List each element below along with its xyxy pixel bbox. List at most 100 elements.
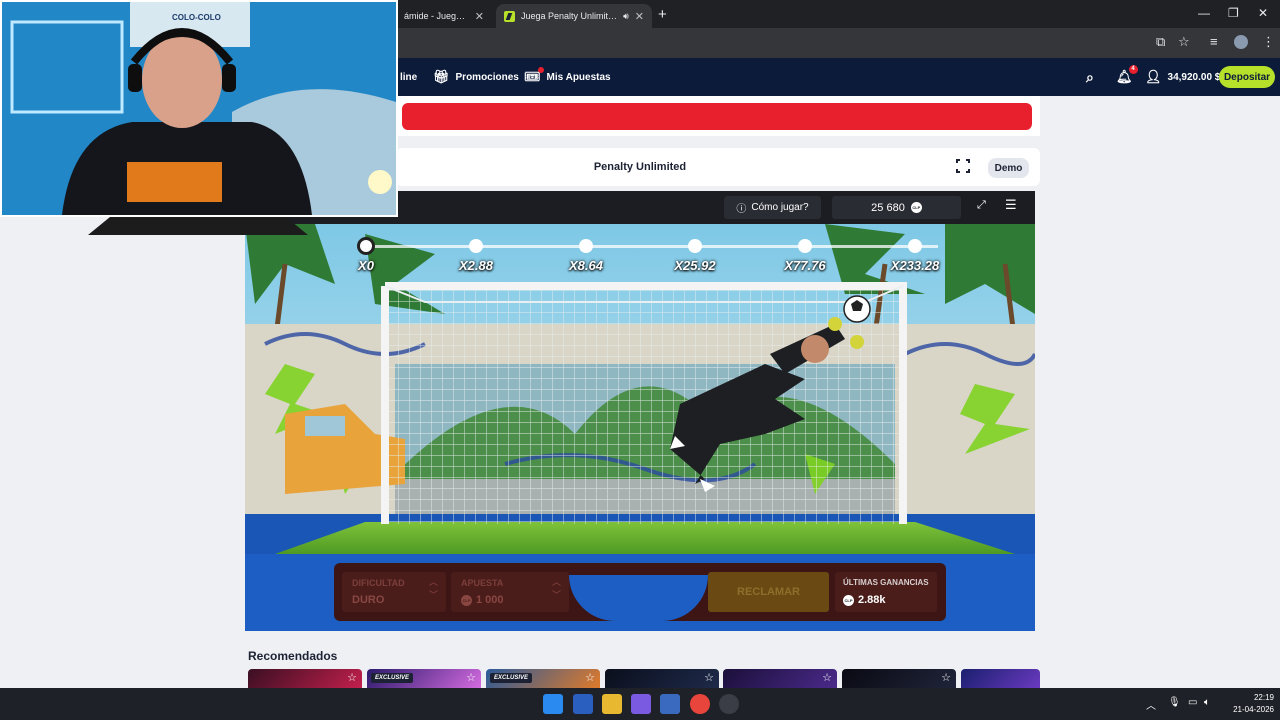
media-controls-icon[interactable]: ≡ [1210, 34, 1218, 49]
tab-close-icon[interactable]: ✕ [635, 10, 644, 23]
tab-close-icon[interactable]: ✕ [475, 10, 484, 23]
gift-icon: 🎁︎ [433, 69, 450, 84]
last-winnings-value: 2.88k [858, 594, 886, 606]
bet-amount-input[interactable]: APUESTA CLP 1 000 ︿ ﹀ [451, 572, 569, 612]
game-card[interactable]: EXCLUSIVE ☆ [486, 669, 600, 688]
install-app-icon[interactable]: ⧉ [1156, 34, 1165, 50]
expand-icon[interactable]: ⤢ [977, 199, 986, 212]
chevron-updown-icon: ︿ ﹀ [551, 577, 561, 600]
minimize-icon[interactable]: — [1198, 6, 1210, 20]
tray-chevron-icon[interactable]: ︿ [1146, 697, 1156, 712]
new-tab-button[interactable]: + [658, 6, 667, 23]
how-to-play-button[interactable]: ⓘ Cómo jugar? [724, 196, 821, 219]
hamburger-menu-icon[interactable]: ☰ [1005, 197, 1017, 213]
clock-time: 22:19 [1253, 693, 1274, 702]
store-app-icon[interactable] [660, 694, 680, 714]
multiplier-label: X233.28 [890, 258, 940, 273]
multiplier-label: X25.92 [674, 258, 716, 273]
notifications-bell-icon[interactable]: 🔔︎ 4 [1116, 58, 1138, 96]
info-icon: ⓘ [736, 204, 747, 215]
svg-text:COLO-COLO: COLO-COLO [172, 13, 221, 22]
progress-node [579, 239, 593, 253]
tab-title: Juega Penalty Unlimited de [521, 11, 619, 21]
bookmark-star-icon[interactable]: ☆ [1178, 34, 1190, 50]
nav-item-mis-apuestas[interactable]: 🎟︎ Mis Apuestas [524, 58, 611, 96]
game-balance-value: 25 680 [871, 201, 905, 214]
account-balance[interactable]: 👤︎ 34,920.00 $ [1145, 58, 1220, 96]
game-card[interactable]: EXCLUSIVE ☆ [367, 669, 481, 688]
streamer-webcam-image: COLO-COLO [2, 2, 396, 215]
progress-node [469, 239, 483, 253]
nav-item-promociones[interactable]: 🎁︎ Promociones [433, 58, 519, 96]
webcam-shadow [88, 217, 308, 235]
clp-coin-icon: CLP [843, 594, 854, 606]
claim-button[interactable]: RECLAMAR [708, 572, 829, 612]
favorite-star-icon[interactable]: ☆ [466, 671, 476, 684]
favorite-star-icon[interactable]: ☆ [822, 671, 832, 684]
nav-item-online[interactable]: line [400, 58, 417, 96]
windows-start-icon[interactable] [543, 694, 563, 714]
ticket-icon: 🎟︎ [524, 67, 544, 85]
progress-track [366, 245, 938, 248]
file-explorer-icon[interactable] [602, 694, 622, 714]
tab-title: ámide - Juega al ju [404, 11, 469, 21]
chevron-updown-icon: ︿ ﹀ [428, 577, 438, 600]
nav-item-label: Promociones [455, 71, 519, 83]
game-card[interactable]: ☆ [842, 669, 956, 688]
difficulty-value: DURO [352, 594, 385, 606]
game-card[interactable]: ☆ [723, 669, 837, 688]
clock-date: 21-04-2026 [1233, 705, 1274, 714]
obs-app-icon[interactable] [719, 694, 739, 714]
game-title: Penalty Unlimited [593, 161, 687, 173]
close-window-icon[interactable]: ✕ [1258, 6, 1268, 20]
game-card[interactable]: ☆ [605, 669, 719, 688]
multiplier-label: X0 [358, 258, 374, 273]
network-icon[interactable]: ▭ [1188, 697, 1197, 708]
demo-button[interactable]: Demo [988, 158, 1029, 178]
deposit-button[interactable]: Depositar [1219, 66, 1275, 88]
last-winnings-wrap: CLP 2.88k [843, 594, 886, 606]
favorite-star-icon[interactable]: ☆ [941, 671, 951, 684]
favorite-star-icon[interactable]: ☆ [704, 671, 714, 684]
volume-icon[interactable]: 🔈︎ [1204, 697, 1210, 708]
game-balance: 25 680 CLP [832, 196, 961, 219]
nav-item-label: line [400, 71, 418, 83]
game-card[interactable] [961, 669, 1040, 688]
fullscreen-icon[interactable] [955, 158, 971, 174]
balance-amount: 34,920.00 $ [1167, 71, 1221, 83]
restore-icon[interactable]: ❐ [1228, 6, 1239, 20]
exclusive-badge: EXCLUSIVE [371, 673, 414, 683]
favorite-star-icon[interactable]: ☆ [585, 671, 595, 684]
profile-avatar[interactable] [1234, 35, 1248, 49]
bet-value-wrap: CLP 1 000 [461, 594, 504, 606]
site-favicon-icon [504, 10, 515, 22]
progress-node [798, 239, 812, 253]
exclusive-badge: EXCLUSIVE [490, 673, 533, 683]
progress-node [688, 239, 702, 253]
browser-tab[interactable]: ámide - Juega al ju ✕ [396, 4, 492, 28]
how-to-play-label: Cómo jugar? [751, 202, 809, 213]
chrome-app-icon[interactable] [690, 694, 710, 714]
microphone-icon[interactable]: 🎙︎ [1168, 697, 1181, 708]
speaker-icon[interactable]: 🔊︎ [623, 11, 629, 22]
favorite-star-icon[interactable]: ☆ [347, 671, 357, 684]
search-icon[interactable]: ⌕ [1086, 58, 1094, 96]
word-app-icon[interactable] [573, 694, 593, 714]
nav-item-label: Mis Apuestas [546, 71, 611, 83]
copilot-app-icon[interactable] [631, 694, 651, 714]
recommended-title: Recomendados [248, 649, 338, 663]
clp-coin-icon: CLP [461, 594, 472, 606]
multiplier-label: X8.64 [569, 258, 603, 273]
webcam-overlay: COLO-COLO [0, 0, 398, 217]
game-card[interactable]: ☆ [248, 669, 362, 688]
promo-banner[interactable] [402, 103, 1032, 130]
progress-node [908, 239, 922, 253]
browser-tab-active[interactable]: Juega Penalty Unlimited de 🔊︎ ✕ [496, 4, 652, 28]
system-clock[interactable]: 22:19 21-04-2026 [1222, 692, 1274, 716]
notification-badge: 4 [1128, 65, 1138, 74]
user-icon: 👤︎ [1145, 69, 1162, 84]
last-winnings-label: ÚLTIMAS GANANCIAS [843, 578, 929, 587]
bet-value: 1 000 [476, 594, 504, 606]
browser-menu-icon[interactable]: ⋮ [1262, 34, 1275, 50]
difficulty-select[interactable]: DIFICULTAD DURO ︿ ﹀ [342, 572, 446, 612]
